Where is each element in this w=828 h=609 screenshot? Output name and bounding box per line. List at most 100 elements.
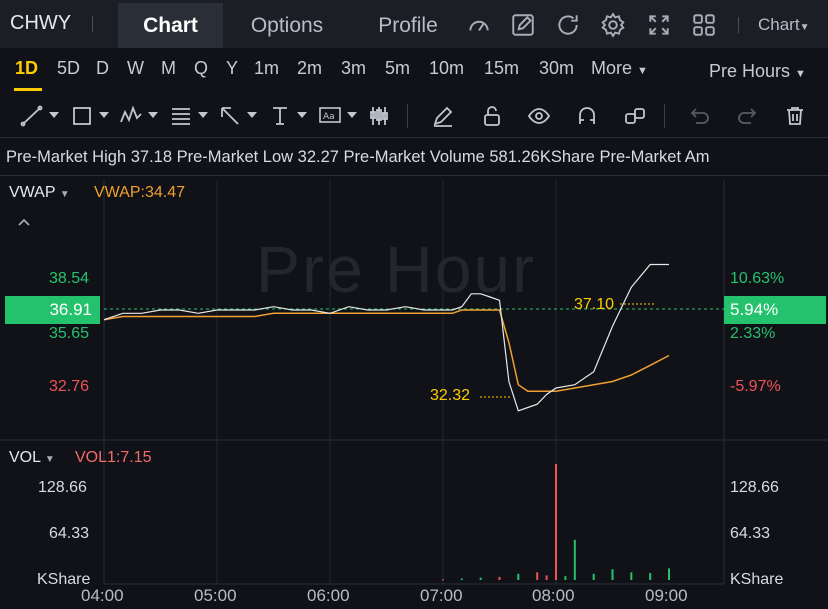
divider [738,17,739,33]
premarket-high-value: 37.18 [130,148,173,166]
gear-icon[interactable] [600,12,626,38]
chevron-down-icon[interactable] [198,112,208,118]
premarket-volume-label: Pre-Market Volume [343,148,485,166]
indicator-icon[interactable] [367,104,391,128]
period-y[interactable]: Y [226,58,238,79]
rectangle-icon[interactable] [70,104,94,128]
volume-bar [442,579,444,581]
period-30m[interactable]: 30m [539,58,574,79]
volume-axis-label: KShare [730,571,784,588]
premarket-high-label: Pre-Market High [6,148,127,166]
caret-down-icon: ▼ [44,454,55,465]
current-percent-tag: 5.94% [724,296,826,324]
current-price-tag: 36.91 [5,296,100,324]
time-axis-label: 06:00 [307,586,350,605]
more-periods-dropdown[interactable]: More ▼ [591,58,648,79]
caret-down-icon: ▼ [637,65,648,77]
vol-value: VOL1:7.15 [75,449,152,466]
period-m[interactable]: M [161,58,176,79]
vwap-indicator-toggle[interactable]: VWAP ▼ [9,184,70,202]
period-10m[interactable]: 10m [429,58,464,79]
vwap-line [103,309,670,393]
volume-bar [573,539,576,580]
premarket-amount-label: Pre-Market Am [599,148,710,166]
more-label: More [591,58,633,78]
session-label: Pre Hours [709,61,791,81]
period-1d[interactable]: 1D [15,58,38,79]
period-5m[interactable]: 5m [385,58,410,79]
price-axis-label: 38.54 [49,270,90,287]
divider [0,175,828,176]
period-w[interactable]: W [127,58,144,79]
divider [92,16,93,32]
tab-profile[interactable]: Profile [362,3,454,48]
volume-bar [460,578,463,580]
period-5d[interactable]: 5D [57,58,80,79]
fib-icon[interactable] [169,104,193,128]
period-1m[interactable]: 1m [254,58,279,79]
chevron-down-icon[interactable] [49,112,59,118]
lock-icon[interactable] [480,104,504,128]
volume-bar [611,569,614,580]
tab-options[interactable]: Options [232,3,342,48]
trend-line-icon[interactable] [20,104,44,128]
ticker-symbol[interactable]: CHWY [10,12,71,35]
refresh-icon[interactable] [555,12,581,38]
volume-axis-label: 64.33 [730,525,771,542]
tab-chart[interactable]: Chart [118,3,223,48]
volume-bar [555,464,557,580]
text-icon[interactable]: Aa [318,104,342,128]
divider [0,137,828,138]
arrow-icon[interactable] [218,104,242,128]
gauge-icon[interactable] [466,12,492,38]
volume-indicator-toggle[interactable]: VOL ▼ [9,449,55,467]
period-d[interactable]: D [96,58,109,79]
volume-bar [479,577,482,580]
volume-bar [668,568,670,580]
period-q[interactable]: Q [194,58,208,79]
edit-icon[interactable] [510,12,536,38]
chart-type-dropdown[interactable]: Chart▼ [758,15,809,35]
link-icon[interactable] [623,104,647,128]
eye-icon[interactable] [527,104,551,128]
period-15m[interactable]: 15m [484,58,519,79]
period-3m[interactable]: 3m [341,58,366,79]
session-dropdown[interactable]: Pre Hours ▼ [709,61,806,82]
high-annotation: 37.10 [574,296,615,313]
time-axis-label: 07:00 [420,586,463,605]
time-axis-label: 08:00 [532,586,575,605]
pencil-icon[interactable] [431,104,455,128]
caret-down-icon: ▼ [59,189,70,200]
volume-bar [649,573,652,580]
vol-label: VOL [9,449,41,466]
volume-bar [592,573,595,580]
volume-axis-label: 64.33 [49,525,90,542]
chart-type-label: Chart [758,15,800,34]
svg-text:Aa: Aa [323,112,335,122]
collapse-icon[interactable] [17,217,31,227]
chevron-down-icon: ▼ [799,22,810,33]
undo-icon[interactable] [688,104,712,128]
magnet-icon[interactable] [575,104,599,128]
divider [407,104,408,128]
period-2m[interactable]: 2m [297,58,322,79]
low-annotation: 32.32 [430,387,471,404]
trash-icon[interactable] [783,104,807,128]
premarket-low-label: Pre-Market Low [176,148,294,166]
measure-icon[interactable] [268,104,292,128]
percent-axis-label: -5.97% [730,378,781,395]
chevron-down-icon[interactable] [99,112,109,118]
fullscreen-icon[interactable] [646,12,672,38]
grid-icon[interactable] [691,12,717,38]
active-period-indicator [14,88,42,91]
chevron-down-icon[interactable] [148,112,158,118]
chevron-down-icon[interactable] [297,112,307,118]
volume-axis-label: 128.66 [730,479,779,496]
redo-icon[interactable] [735,104,759,128]
pattern-icon[interactable] [119,104,143,128]
volume-bars [442,464,670,581]
pre-hour-watermark: Pre Hour [256,232,537,306]
chevron-down-icon[interactable] [247,112,257,118]
volume-bar [498,576,501,580]
chevron-down-icon[interactable] [347,112,357,118]
